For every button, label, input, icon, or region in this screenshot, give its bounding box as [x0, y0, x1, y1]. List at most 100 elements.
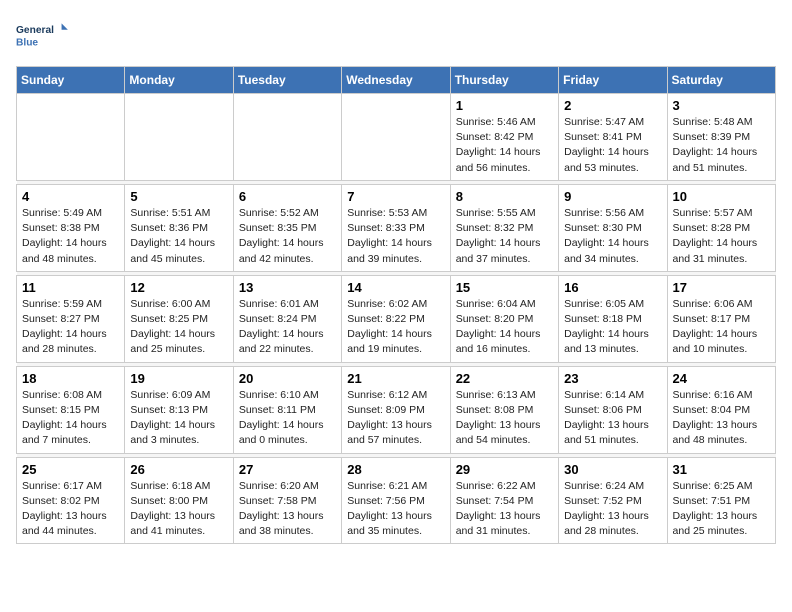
day-info: Sunrise: 6:20 AM Sunset: 7:58 PM Dayligh… — [239, 479, 336, 540]
calendar-cell: 12 Sunrise: 6:00 AM Sunset: 8:25 PM Dayli… — [125, 275, 233, 362]
day-number: 18 — [22, 371, 119, 386]
weekday-header: Thursday — [450, 67, 558, 94]
day-number: 15 — [456, 280, 553, 295]
calendar-cell: 13 Sunrise: 6:01 AM Sunset: 8:24 PM Dayli… — [233, 275, 341, 362]
calendar-cell: 29 Sunrise: 6:22 AM Sunset: 7:54 PM Dayli… — [450, 457, 558, 544]
calendar-cell: 6 Sunrise: 5:52 AM Sunset: 8:35 PM Daylig… — [233, 184, 341, 271]
calendar-week-row: 25 Sunrise: 6:17 AM Sunset: 8:02 PM Dayli… — [17, 457, 776, 544]
day-number: 28 — [347, 462, 444, 477]
calendar-cell: 25 Sunrise: 6:17 AM Sunset: 8:02 PM Dayli… — [17, 457, 125, 544]
day-info: Sunrise: 6:06 AM Sunset: 8:17 PM Dayligh… — [673, 297, 770, 358]
day-info: Sunrise: 6:00 AM Sunset: 8:25 PM Dayligh… — [130, 297, 227, 358]
day-number: 6 — [239, 189, 336, 204]
day-number: 25 — [22, 462, 119, 477]
day-info: Sunrise: 6:05 AM Sunset: 8:18 PM Dayligh… — [564, 297, 661, 358]
day-number: 30 — [564, 462, 661, 477]
day-info: Sunrise: 6:17 AM Sunset: 8:02 PM Dayligh… — [22, 479, 119, 540]
day-number: 27 — [239, 462, 336, 477]
calendar-week-row: 4Sunrise: 5:49 AM Sunset: 8:38 PM Daylig… — [17, 184, 776, 271]
day-number: 14 — [347, 280, 444, 295]
calendar-cell: 31 Sunrise: 6:25 AM Sunset: 7:51 PM Dayli… — [667, 457, 775, 544]
weekday-header: Monday — [125, 67, 233, 94]
weekday-header: Sunday — [17, 67, 125, 94]
logo-icon: General Blue — [16, 16, 71, 56]
day-number: 29 — [456, 462, 553, 477]
day-number: 21 — [347, 371, 444, 386]
day-number: 31 — [673, 462, 770, 477]
page-header: General Blue — [16, 16, 776, 56]
svg-text:General: General — [16, 25, 54, 36]
day-number: 19 — [130, 371, 227, 386]
calendar-cell: 27 Sunrise: 6:20 AM Sunset: 7:58 PM Dayli… — [233, 457, 341, 544]
day-number: 12 — [130, 280, 227, 295]
day-info: Sunrise: 5:57 AM Sunset: 8:28 PM Dayligh… — [673, 206, 770, 267]
day-info: Sunrise: 5:55 AM Sunset: 8:32 PM Dayligh… — [456, 206, 553, 267]
calendar-cell: 17Sunrise: 6:06 AM Sunset: 8:17 PM Dayli… — [667, 275, 775, 362]
day-number: 1 — [456, 98, 553, 113]
calendar-week-row: 18 Sunrise: 6:08 AM Sunset: 8:15 PM Dayli… — [17, 366, 776, 453]
day-number: 10 — [673, 189, 770, 204]
day-info: Sunrise: 5:52 AM Sunset: 8:35 PM Dayligh… — [239, 206, 336, 267]
calendar-cell: 1 Sunrise: 5:46 AM Sunset: 8:42 PM Daylig… — [450, 94, 558, 181]
calendar-cell: 15 Sunrise: 6:04 AM Sunset: 8:20 PM Dayli… — [450, 275, 558, 362]
logo: General Blue — [16, 16, 71, 56]
day-info: Sunrise: 6:09 AM Sunset: 8:13 PM Dayligh… — [130, 388, 227, 449]
calendar-cell — [125, 94, 233, 181]
day-number: 22 — [456, 371, 553, 386]
calendar-cell: 26 Sunrise: 6:18 AM Sunset: 8:00 PM Dayli… — [125, 457, 233, 544]
day-number: 4 — [22, 189, 119, 204]
day-number: 26 — [130, 462, 227, 477]
calendar-cell: 11 Sunrise: 5:59 AM Sunset: 8:27 PM Dayli… — [17, 275, 125, 362]
calendar-cell — [233, 94, 341, 181]
day-info: Sunrise: 6:18 AM Sunset: 8:00 PM Dayligh… — [130, 479, 227, 540]
calendar-cell: 10 Sunrise: 5:57 AM Sunset: 8:28 PM Dayli… — [667, 184, 775, 271]
svg-text:Blue: Blue — [16, 37, 38, 48]
calendar-cell: 30 Sunrise: 6:24 AM Sunset: 7:52 PM Dayli… — [559, 457, 667, 544]
day-info: Sunrise: 6:21 AM Sunset: 7:56 PM Dayligh… — [347, 479, 444, 540]
calendar-cell: 8 Sunrise: 5:55 AM Sunset: 8:32 PM Daylig… — [450, 184, 558, 271]
calendar-cell: 22 Sunrise: 6:13 AM Sunset: 8:08 PM Dayli… — [450, 366, 558, 453]
day-info: Sunrise: 5:59 AM Sunset: 8:27 PM Dayligh… — [22, 297, 119, 358]
calendar-cell: 4Sunrise: 5:49 AM Sunset: 8:38 PM Daylig… — [17, 184, 125, 271]
day-info: Sunrise: 6:12 AM Sunset: 8:09 PM Dayligh… — [347, 388, 444, 449]
calendar-cell: 16 Sunrise: 6:05 AM Sunset: 8:18 PM Dayli… — [559, 275, 667, 362]
calendar-cell: 2Sunrise: 5:47 AM Sunset: 8:41 PM Daylig… — [559, 94, 667, 181]
day-number: 16 — [564, 280, 661, 295]
weekday-header: Wednesday — [342, 67, 450, 94]
calendar-header-row: SundayMondayTuesdayWednesdayThursdayFrid… — [17, 67, 776, 94]
day-info: Sunrise: 6:13 AM Sunset: 8:08 PM Dayligh… — [456, 388, 553, 449]
day-number: 8 — [456, 189, 553, 204]
calendar-cell: 7 Sunrise: 5:53 AM Sunset: 8:33 PM Daylig… — [342, 184, 450, 271]
calendar-cell: 28 Sunrise: 6:21 AM Sunset: 7:56 PM Dayli… — [342, 457, 450, 544]
calendar-cell — [17, 94, 125, 181]
calendar-cell: 23Sunrise: 6:14 AM Sunset: 8:06 PM Dayli… — [559, 366, 667, 453]
day-info: Sunrise: 5:47 AM Sunset: 8:41 PM Dayligh… — [564, 115, 661, 176]
calendar-cell: 5 Sunrise: 5:51 AM Sunset: 8:36 PM Daylig… — [125, 184, 233, 271]
day-info: Sunrise: 5:48 AM Sunset: 8:39 PM Dayligh… — [673, 115, 770, 176]
day-info: Sunrise: 6:04 AM Sunset: 8:20 PM Dayligh… — [456, 297, 553, 358]
day-info: Sunrise: 6:22 AM Sunset: 7:54 PM Dayligh… — [456, 479, 553, 540]
day-info: Sunrise: 6:10 AM Sunset: 8:11 PM Dayligh… — [239, 388, 336, 449]
day-info: Sunrise: 5:56 AM Sunset: 8:30 PM Dayligh… — [564, 206, 661, 267]
day-info: Sunrise: 6:02 AM Sunset: 8:22 PM Dayligh… — [347, 297, 444, 358]
day-info: Sunrise: 6:08 AM Sunset: 8:15 PM Dayligh… — [22, 388, 119, 449]
day-number: 3 — [673, 98, 770, 113]
weekday-header: Tuesday — [233, 67, 341, 94]
day-info: Sunrise: 5:53 AM Sunset: 8:33 PM Dayligh… — [347, 206, 444, 267]
calendar-cell: 20 Sunrise: 6:10 AM Sunset: 8:11 PM Dayli… — [233, 366, 341, 453]
day-info: Sunrise: 6:24 AM Sunset: 7:52 PM Dayligh… — [564, 479, 661, 540]
day-number: 24 — [673, 371, 770, 386]
day-info: Sunrise: 5:46 AM Sunset: 8:42 PM Dayligh… — [456, 115, 553, 176]
day-info: Sunrise: 6:25 AM Sunset: 7:51 PM Dayligh… — [673, 479, 770, 540]
calendar-week-row: 1 Sunrise: 5:46 AM Sunset: 8:42 PM Daylig… — [17, 94, 776, 181]
day-number: 13 — [239, 280, 336, 295]
day-info: Sunrise: 6:01 AM Sunset: 8:24 PM Dayligh… — [239, 297, 336, 358]
day-info: Sunrise: 5:51 AM Sunset: 8:36 PM Dayligh… — [130, 206, 227, 267]
day-number: 5 — [130, 189, 227, 204]
day-number: 9 — [564, 189, 661, 204]
calendar-cell: 9 Sunrise: 5:56 AM Sunset: 8:30 PM Daylig… — [559, 184, 667, 271]
day-number: 7 — [347, 189, 444, 204]
calendar-week-row: 11 Sunrise: 5:59 AM Sunset: 8:27 PM Dayli… — [17, 275, 776, 362]
day-number: 11 — [22, 280, 119, 295]
day-number: 20 — [239, 371, 336, 386]
